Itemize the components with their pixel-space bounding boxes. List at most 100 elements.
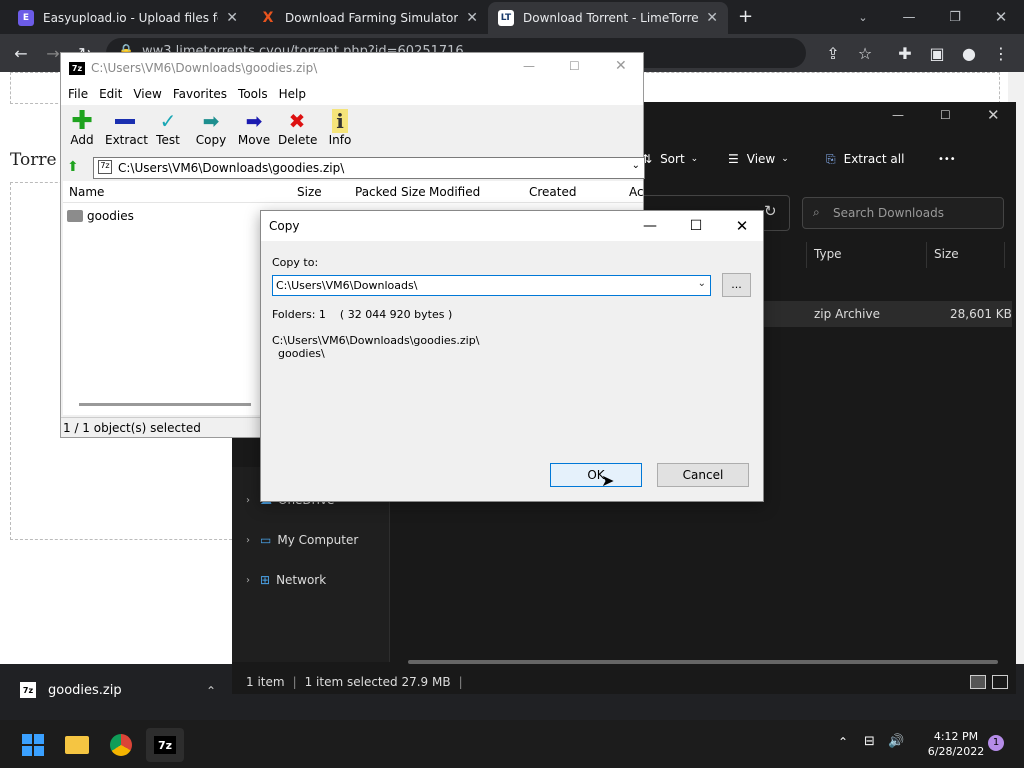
extract-button[interactable]: Extract <box>105 109 148 147</box>
file-list-header: Name Size Packed Size Modified Created A… <box>63 181 644 203</box>
restore-icon[interactable]: ❐ <box>932 0 978 34</box>
details-view-icon[interactable] <box>970 675 986 689</box>
horizontal-scrollbar[interactable] <box>408 660 998 664</box>
column-accessed[interactable]: Ac <box>629 185 644 199</box>
close-window-icon[interactable]: ✕ <box>615 58 627 74</box>
close-icon[interactable]: ✕ <box>706 10 718 26</box>
destination-combobox[interactable]: C:\Users\VM6\Downloads\ ⌄ <box>272 275 711 296</box>
tab-farming-simulator[interactable]: X Download Farming Simulator 22 ✕ <box>250 2 488 34</box>
close-window-icon[interactable]: ✕ <box>987 106 1000 124</box>
info-icon: i <box>327 109 353 133</box>
sort-button[interactable]: ⇅ Sort ⌄ <box>642 148 698 170</box>
taskbar-chrome[interactable] <box>102 728 140 762</box>
view-button[interactable]: ☰ View ⌄ <box>728 148 789 170</box>
network-icon: ⊞ <box>260 573 271 587</box>
tab-limetorrents[interactable]: LT Download Torrent - LimeTorrents ✕ <box>488 2 728 34</box>
list-item[interactable]: goodies <box>67 209 134 223</box>
destination-value: C:\Users\VM6\Downloads\ <box>276 279 418 292</box>
up-folder-icon[interactable]: ⬆ <box>67 159 79 175</box>
bookmark-star-icon[interactable]: ☆ <box>854 42 876 64</box>
maximize-icon[interactable]: ☐ <box>673 211 719 241</box>
copy-arrow-icon: ➡ <box>202 109 220 133</box>
chevron-up-icon[interactable]: ⌃ <box>206 684 216 698</box>
menu-tools[interactable]: Tools <box>238 87 268 101</box>
tiles-view-icon[interactable] <box>992 675 1008 689</box>
horizontal-scrollbar[interactable] <box>79 403 251 406</box>
browse-button[interactable]: ... <box>722 273 751 297</box>
chevron-down-icon: ⌄ <box>690 154 699 164</box>
nav-label: Network <box>276 573 327 587</box>
menu-icon[interactable]: ⋮ <box>990 42 1012 64</box>
chevron-up-icon[interactable]: ⌃ <box>838 735 848 749</box>
extensions-icon[interactable]: ✚ <box>894 42 916 64</box>
clock[interactable]: 4:12 PM 6/28/2022 <box>918 729 994 759</box>
close-icon[interactable]: ✕ <box>226 10 238 26</box>
7zip-address-bar[interactable]: 7z C:\Users\VM6\Downloads\goodies.zip\ ⌄ <box>93 157 645 179</box>
file-type: zip Archive <box>814 307 880 321</box>
checkmark-icon: ✓ <box>159 109 177 133</box>
test-label: Test <box>156 133 180 147</box>
volume-icon[interactable]: 🔊 <box>888 734 904 749</box>
download-bar: 7z goodies.zip ⌃ <box>0 664 232 720</box>
profile-icon[interactable]: ● <box>958 42 980 64</box>
taskbar-7zip[interactable]: 7z <box>146 728 184 762</box>
move-button[interactable]: ➡ Move <box>237 109 271 147</box>
chevron-down-icon[interactable]: ⌄ <box>632 160 640 171</box>
notification-badge[interactable]: 1 <box>988 735 1004 751</box>
info-button[interactable]: i Info <box>327 109 353 147</box>
selection-info: 1 item selected 27.9 MB <box>304 675 451 689</box>
close-icon[interactable]: ✕ <box>466 10 478 26</box>
taskbar-file-explorer[interactable] <box>58 728 96 762</box>
extract-all-button[interactable]: ⎘ Extract all <box>826 148 904 170</box>
test-button[interactable]: ✓ Test <box>155 109 181 147</box>
copy-button[interactable]: ➡ Copy <box>195 109 227 147</box>
column-separator <box>806 242 807 268</box>
search-input[interactable]: ⌕ Search Downloads <box>802 197 1004 229</box>
share-icon[interactable]: ⇪ <box>822 42 844 64</box>
column-type[interactable]: Type <box>814 247 842 261</box>
nav-item-my-computer[interactable]: › ▭ My Computer <box>246 533 358 547</box>
column-size[interactable]: Size <box>934 247 959 261</box>
maximize-icon[interactable]: ☐ <box>940 108 951 122</box>
column-modified[interactable]: Modified <box>429 185 480 199</box>
minimize-icon[interactable]: — <box>892 108 904 122</box>
7zip-file-icon: 7z <box>20 682 36 698</box>
column-created[interactable]: Created <box>529 185 577 199</box>
column-packed-size[interactable]: Packed Size <box>355 185 426 199</box>
close-dialog-icon[interactable]: ✕ <box>719 211 765 241</box>
ok-button[interactable]: OK <box>550 463 642 487</box>
network-status-icon[interactable]: ⊟ <box>864 734 875 749</box>
menu-edit[interactable]: Edit <box>99 87 122 101</box>
back-icon[interactable]: ← <box>10 42 32 64</box>
tab-search-icon[interactable]: ⌄ <box>840 0 886 34</box>
close-window-icon[interactable]: ✕ <box>978 0 1024 34</box>
tab-label: Download Torrent - LimeTorrents <box>523 11 699 25</box>
menu-help[interactable]: Help <box>279 87 306 101</box>
menu-favorites[interactable]: Favorites <box>173 87 227 101</box>
minimize-icon[interactable]: — <box>523 59 535 73</box>
minimize-icon[interactable]: — <box>627 211 673 241</box>
info-label: Info <box>328 133 352 147</box>
tab-easyupload[interactable]: E Easyupload.io - Upload files for f ✕ <box>8 2 248 34</box>
menu-file[interactable]: File <box>68 87 88 101</box>
maximize-icon[interactable]: ☐ <box>569 59 580 73</box>
download-item[interactable]: 7z goodies.zip <box>20 682 122 698</box>
side-panel-icon[interactable]: ▣ <box>926 42 948 64</box>
column-name[interactable]: Name <box>69 185 104 199</box>
move-label: Move <box>237 133 271 147</box>
cancel-button[interactable]: Cancel <box>657 463 749 487</box>
minimize-icon[interactable]: — <box>886 0 932 34</box>
add-button[interactable]: ✚ Add <box>69 106 95 147</box>
start-button[interactable] <box>14 728 52 762</box>
menu-bar: File Edit View Favorites Tools Help <box>61 83 643 105</box>
column-size[interactable]: Size <box>297 185 322 199</box>
menu-view[interactable]: View <box>133 87 161 101</box>
nav-item-network[interactable]: › ⊞ Network <box>246 573 326 587</box>
windows-logo-icon <box>22 734 44 756</box>
source-item: goodies\ <box>278 347 325 360</box>
delete-button[interactable]: ✖ Delete <box>278 109 317 147</box>
7zip-logo-icon: 7z <box>154 736 176 754</box>
chevron-down-icon[interactable]: ⌄ <box>698 278 706 289</box>
new-tab-button[interactable]: + <box>738 6 753 27</box>
more-options-button[interactable]: ••• <box>938 148 956 170</box>
